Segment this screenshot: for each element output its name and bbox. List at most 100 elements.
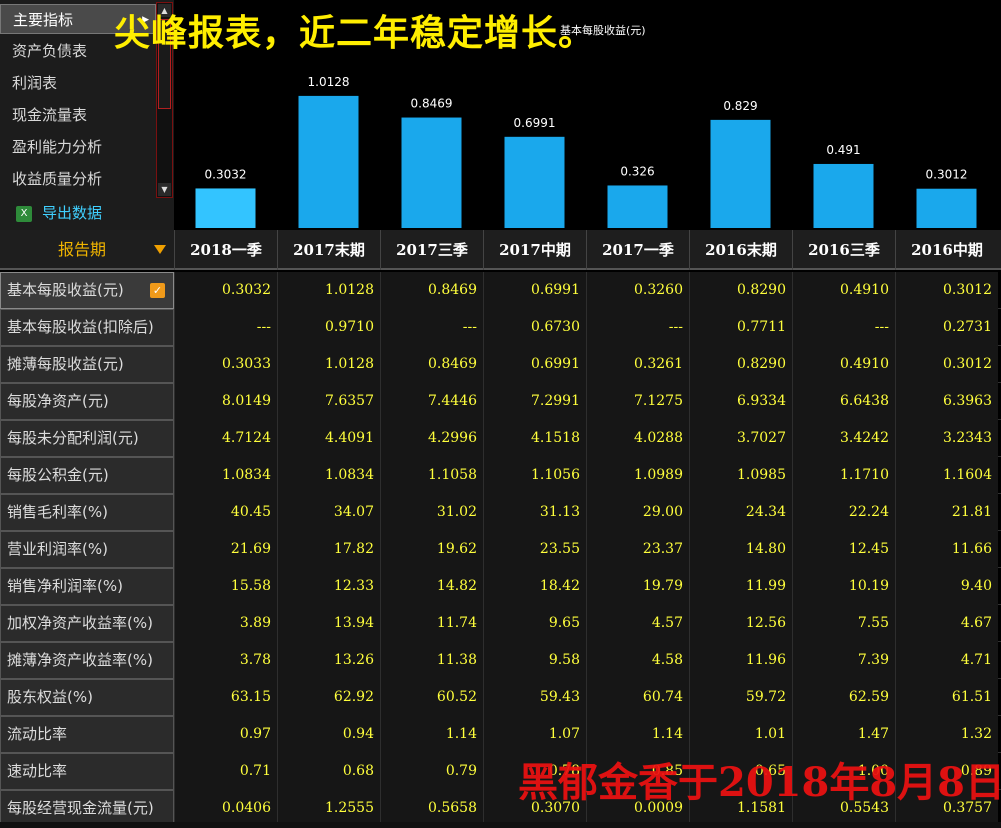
table-cell: 13.26 [277,642,380,679]
dropdown-arrow-icon[interactable] [154,245,166,254]
table-row[interactable]: 基本每股收益(扣除后) --- 0.9710 --- 0.6730 --- 0.7711 --… [0,309,1001,346]
table-cell: 3.2343 [895,420,998,457]
row-label[interactable]: 销售净利润率(%) [0,568,174,605]
checkbox-checked-icon[interactable]: ✓ [150,283,165,298]
row-label-text: 销售毛利率(%) [7,503,108,521]
table-cell: 0.8290 [689,272,792,309]
chart-bar[interactable] [813,163,874,228]
table-row[interactable]: 营业利润率(%) 21.69 17.82 19.62 23.55 23.37 14.80 12… [0,531,1001,568]
table-cell: --- [174,309,277,346]
period-column-header[interactable]: 2017三季 [380,230,483,270]
period-column-header[interactable]: 2017一季 [586,230,689,270]
table-cell: 62.92 [277,679,380,716]
table-cell: 1.1710 [792,457,895,494]
chart-bar[interactable] [401,117,462,228]
table-cell: 12.45 [792,531,895,568]
row-label[interactable]: 股东权益(%) [0,679,174,716]
period-column-header[interactable]: 2016中期 [895,230,998,270]
table-cell: 21.69 [174,531,277,568]
chart-bar[interactable] [504,136,565,228]
row-label[interactable]: 速动比率 [0,753,174,790]
row-label[interactable]: 营业利润率(%) [0,531,174,568]
table-cell: 4.0288 [586,420,689,457]
period-column-header[interactable]: 2016三季 [792,230,895,270]
row-label-text: 每股未分配利润(元) [7,429,139,447]
table-cell: 0.6991 [483,346,586,383]
table-header: 报告期 2018一季 2017末期 2017三季 2017中期 2017一季 2016末期… [0,230,1001,270]
table-row[interactable]: 流动比率 0.97 0.94 1.14 1.07 1.14 1.01 1.47 1.32 [0,716,1001,753]
row-label[interactable]: 基本每股收益(扣除后) [0,309,174,346]
menu-item-label: 收益质量分析 [12,170,103,188]
table-cell: 1.32 [895,716,998,753]
scroll-down-icon[interactable]: ▼ [158,183,171,196]
row-label-text: 每股公积金(元) [7,466,109,484]
table-cell: 0.6730 [483,309,586,346]
table-row[interactable]: 加权净资产收益率(%) 3.89 13.94 11.74 9.65 4.57 12.56 7.… [0,605,1001,642]
table-cell: 0.94 [277,716,380,753]
table-row[interactable]: 每股净资产(元) 8.0149 7.6357 7.4446 7.2991 7.1275 6.… [0,383,1001,420]
table-cell: 4.71 [895,642,998,679]
excel-icon: X [16,205,32,222]
period-column-header[interactable]: 2017末期 [277,230,380,270]
table-cell: 4.2996 [380,420,483,457]
table-cell: 1.01 [689,716,792,753]
table-cell: 60.52 [380,679,483,716]
row-label[interactable]: 每股净资产(元) [0,383,174,420]
table-cell: 0.2731 [895,309,998,346]
table-cell: 0.3012 [895,346,998,383]
table-cell: 31.02 [380,494,483,531]
row-label[interactable]: 摊薄净资产收益率(%) [0,642,174,679]
table-row[interactable]: 每股公积金(元) 1.0834 1.0834 1.1058 1.1056 1.0989 1.… [0,457,1001,494]
table-cell: 1.14 [380,716,483,753]
row-label[interactable]: 每股公积金(元) [0,457,174,494]
menu-item[interactable]: 盈利能力分析 [0,132,156,162]
table-cell: 0.9710 [277,309,380,346]
menu-item[interactable]: 收益质量分析 [0,164,156,194]
chart-bar[interactable] [607,185,668,228]
chart-bar[interactable] [916,188,977,228]
table-row[interactable]: 每股未分配利润(元) 4.7124 4.4091 4.2996 4.1518 4.0288… [0,420,1001,457]
row-label[interactable]: 基本每股收益(元) ✓ [0,272,174,309]
table-cell: 12.56 [689,605,792,642]
table-cell: 1.0128 [277,346,380,383]
period-column-header[interactable]: 2017中期 [483,230,586,270]
table-row[interactable]: 销售毛利率(%) 40.45 34.07 31.02 31.13 29.00 24.34 22… [0,494,1001,531]
table-cell: 17.82 [277,531,380,568]
table-row[interactable]: 摊薄每股收益(元) 0.3033 1.0128 0.8469 0.6991 0.3261 0… [0,346,1001,383]
table-cell: 29.00 [586,494,689,531]
menu-item[interactable]: 现金流量表 [0,100,156,130]
row-label[interactable]: 销售毛利率(%) [0,494,174,531]
row-label[interactable]: 加权净资产收益率(%) [0,605,174,642]
table-cell: 9.58 [483,642,586,679]
table-cell: 4.58 [586,642,689,679]
period-column-header[interactable]: 2016末期 [689,230,792,270]
table-cell: 4.7124 [174,420,277,457]
bar-value-label: 0.8469 [411,97,453,111]
row-label[interactable]: 摊薄每股收益(元) [0,346,174,383]
table-row[interactable]: 销售净利润率(%) 15.58 12.33 14.82 18.42 19.79 11.99 1… [0,568,1001,605]
overlay-title: 尖峰报表，近二年稳定增长。 [114,12,596,54]
table-cell: 23.55 [483,531,586,568]
table-cell: --- [380,309,483,346]
chart-bar[interactable] [298,95,359,228]
row-label[interactable]: 每股未分配利润(元) [0,420,174,457]
chart-bar[interactable] [710,119,771,228]
chart-bar[interactable] [195,188,256,228]
table-cell: 7.39 [792,642,895,679]
menu-item-label: 盈利能力分析 [12,138,103,156]
table-cell: 7.55 [792,605,895,642]
export-data-button[interactable]: X 导出数据 [16,200,102,226]
table-row[interactable]: 基本每股收益(元) ✓ 0.3032 1.0128 0.8469 0.6991 0.3260… [0,272,1001,309]
table-cell: 3.7027 [689,420,792,457]
menu-item[interactable]: 利润表 [0,68,156,98]
table-row[interactable]: 股东权益(%) 63.15 62.92 60.52 59.43 60.74 59.72 62.… [0,679,1001,716]
period-column-header[interactable]: 2018一季 [174,230,277,270]
table-cell: 22.24 [792,494,895,531]
report-period-header[interactable]: 报告期 [0,230,174,270]
table-cell: 15.58 [174,568,277,605]
bar-value-label: 0.326 [620,164,654,178]
row-label[interactable]: 流动比率 [0,716,174,753]
table-row[interactable]: 摊薄净资产收益率(%) 3.78 13.26 11.38 9.58 4.58 11.96 7.… [0,642,1001,679]
row-label-text: 每股经营现金流量(元) [7,799,154,817]
table-cell: 14.82 [380,568,483,605]
